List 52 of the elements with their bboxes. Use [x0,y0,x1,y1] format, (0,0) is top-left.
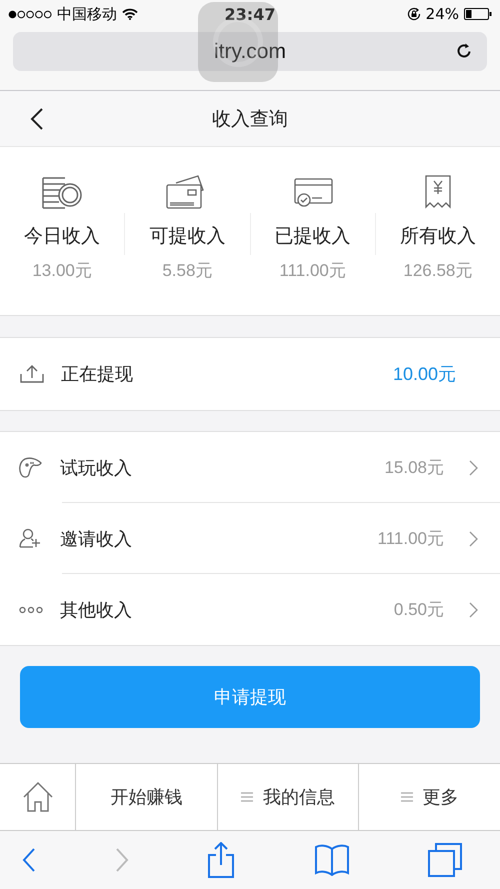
more-icon [19,606,43,614]
coins-icon [41,175,84,209]
income-row[interactable]: 邀请收入 111.00元 [0,503,500,574]
upload-icon [20,365,44,383]
pending-amount: 10.00元 [392,363,456,386]
tab-label: 开始赚钱 [110,786,182,809]
page-title: 收入查询 [212,106,288,132]
tab-label: 我的信息 [263,786,335,809]
chevron-right-icon [469,460,478,476]
stat-label: 所有收入 [400,224,476,249]
stat-amount: 13.00元 [32,260,92,282]
battery-icon [464,8,492,20]
income-amount: 15.08元 [384,457,444,479]
menu-icon [400,792,413,802]
menu-icon [241,792,253,802]
income-label: 邀请收入 [60,528,133,550]
receipt-icon [422,175,453,209]
signal-icon [8,10,52,18]
tabs-icon[interactable] [428,843,462,877]
bookmarks-icon[interactable] [314,844,350,876]
tab-label: 更多 [422,786,459,809]
share-icon[interactable] [207,842,235,878]
nav-tab[interactable]: 开始赚钱 [75,764,217,830]
url-text: itry.com [214,40,286,64]
income-amount: 111.00元 [378,528,444,550]
reload-icon[interactable] [455,42,473,60]
nav-tab[interactable]: 我的信息 [216,764,358,830]
income-label: 试玩收入 [60,456,133,480]
home-icon [22,781,54,813]
back-icon[interactable] [30,106,44,130]
rotation-lock-icon [406,7,421,21]
wifi-icon [122,8,138,20]
stat-amount: 111.00元 [279,260,346,282]
stat-amount: 126.58元 [403,260,472,282]
battery-percent: 24% [426,5,459,23]
pending-label: 正在提现 [61,363,134,386]
income-row[interactable]: 试玩收入 15.08元 [0,432,500,503]
chevron-right-icon [469,602,478,618]
stat-label: 今日收入 [24,224,100,249]
stat-label: 可提收入 [149,224,226,249]
stat-amount: 5.58元 [162,260,212,282]
carrier-name: 中国移动 [57,4,117,24]
income-label: 其他收入 [60,598,133,622]
gamepad-icon [19,456,43,478]
status-time: 23:47 [224,4,276,24]
income-amount: 0.50元 [394,599,444,621]
chevron-right-icon [469,530,478,546]
add-person-icon [19,528,43,550]
income-row[interactable]: 其他收入 0.50元 [0,574,500,645]
stat-label: 已提收入 [274,224,351,249]
nav-tab[interactable]: 更多 [358,764,500,830]
address-bar[interactable]: itry.com [13,32,487,71]
